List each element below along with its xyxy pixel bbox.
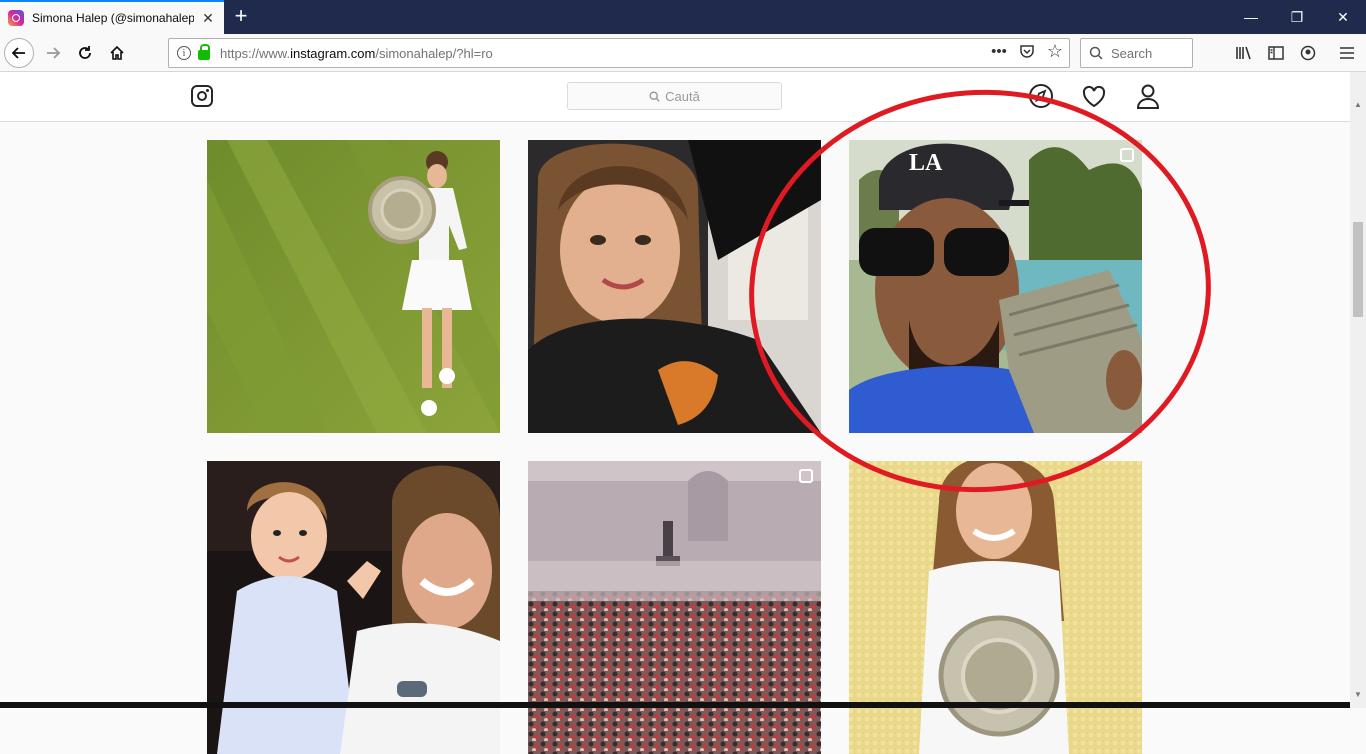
arrow-right-icon [47,47,61,59]
back-button[interactable] [4,38,34,68]
search-placeholder: Search [1111,45,1153,61]
post-image [207,461,500,754]
reload-button[interactable] [70,38,100,68]
post-image: LA [849,140,1142,433]
new-tab-button[interactable]: + [228,4,254,30]
library-button[interactable] [1229,38,1259,68]
instagram-search-placeholder: Caută [665,88,700,104]
taskbar-edge [0,702,1350,708]
tab-close-icon[interactable]: ✕ [200,10,216,27]
instagram-favicon-icon [8,10,24,26]
maximize-button[interactable]: ❐ [1274,0,1320,34]
multi-post-badge-icon [799,469,813,483]
post-tile-trophy-yellow[interactable] [849,461,1142,754]
activity-button[interactable] [1080,82,1108,110]
url-bar[interactable]: i https://www.instagram.com/simonahalep/… [168,38,1070,68]
search-icon [1089,46,1103,60]
page-scrollbar[interactable]: ▲ ▼ [1350,72,1366,708]
menu-button[interactable] [1332,38,1362,68]
hamburger-menu-icon [1340,47,1354,59]
profile-button[interactable] [1134,82,1162,110]
magnifier-icon [649,90,660,102]
sidebar-button[interactable] [1261,38,1291,68]
post-tile-man-sunglasses-money[interactable]: LA [849,140,1142,433]
scroll-down-arrow-icon[interactable]: ▼ [1353,690,1363,699]
bookmark-star-icon[interactable]: ☆ [1047,42,1063,63]
compass-icon [1029,84,1053,108]
page-actions-icon[interactable]: ••• [991,43,1007,63]
pocket-icon[interactable] [1019,43,1035,63]
account-icon [1300,45,1316,61]
lock-icon [198,44,210,60]
forward-button[interactable] [38,38,68,68]
tab-title: Simona Halep (@simonahalep) [32,11,194,25]
account-button[interactable] [1293,38,1323,68]
svg-text:LA: LA [909,150,943,176]
info-icon[interactable]: i [177,46,191,60]
close-window-button[interactable]: ✕ [1320,0,1366,34]
home-button[interactable] [102,38,132,68]
heart-icon [1082,85,1106,108]
post-image [207,140,500,433]
post-tile-crowd-square[interactable] [528,461,821,754]
reload-icon [79,46,91,59]
url-text[interactable]: https://www.instagram.com/simonahalep/?h… [220,46,493,61]
scrollbar-thumb[interactable] [1353,222,1363,317]
explore-button[interactable] [1027,82,1055,110]
minimize-button[interactable]: — [1228,0,1274,34]
post-image [528,140,821,433]
post-image [849,461,1142,754]
post-tile-child-on-shoulder[interactable] [207,461,500,754]
multi-post-badge-icon [1120,148,1134,162]
instagram-logo-icon[interactable] [191,85,213,107]
browser-tab[interactable]: Simona Halep (@simonahalep) ✕ [0,0,224,34]
arrow-left-icon [11,47,25,59]
post-tile-tennis-trophy-grass[interactable] [207,140,500,433]
scroll-up-arrow-icon[interactable]: ▲ [1353,100,1363,109]
profile-icon [1136,84,1160,109]
sidebar-icon [1268,46,1284,60]
home-icon [110,45,124,60]
instagram-header: Caută [0,72,1350,122]
browser-search-input[interactable]: Search [1080,38,1193,68]
browser-titlebar: Simona Halep (@simonahalep) ✕ + — ❐ ✕ [0,0,1366,34]
post-tile-selfie-car[interactable] [528,140,821,433]
post-image [528,461,821,754]
library-icon [1236,46,1251,60]
browser-navbar: i https://www.instagram.com/simonahalep/… [0,34,1366,72]
instagram-search-input[interactable]: Caută [567,82,782,110]
